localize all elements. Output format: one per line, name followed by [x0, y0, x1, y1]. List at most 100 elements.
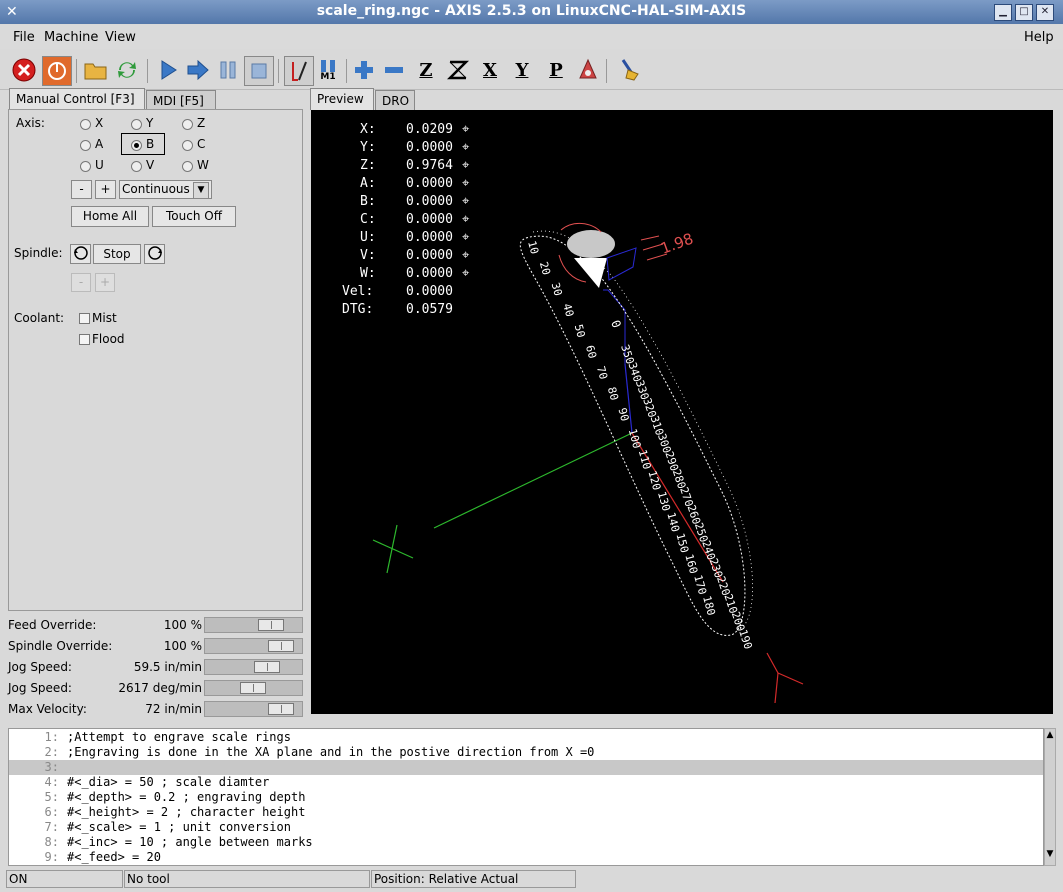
tab-mdi[interactable]: MDI [F5] — [146, 90, 216, 110]
minimize-icon[interactable]: ▁ — [994, 4, 1012, 21]
open-folder-icon[interactable] — [82, 56, 110, 84]
slider-handle[interactable] — [268, 703, 294, 715]
slider-handle[interactable] — [258, 619, 284, 631]
home-all-button[interactable]: Home All — [71, 206, 149, 227]
zoom-out-icon[interactable] — [380, 56, 408, 84]
view-z-button[interactable]: Z — [412, 56, 440, 84]
ring-scale-label: 90 — [615, 406, 631, 422]
code-line[interactable]: 1: ;Attempt to engrave scale rings — [9, 730, 1043, 745]
axis-w-radio[interactable] — [182, 161, 193, 172]
slider-handle[interactable] — [268, 640, 294, 652]
line-text: #<_height> = 2 ; character height — [67, 805, 306, 819]
code-line[interactable]: 8: #<_inc> = 10 ; angle between marks — [9, 835, 1043, 850]
spindle-label: Spindle: — [14, 246, 63, 260]
override-slider[interactable] — [204, 617, 303, 633]
reload-icon[interactable] — [113, 56, 141, 84]
scroll-up-icon[interactable]: ▲ — [1046, 730, 1054, 744]
ring-scale-label: 10 — [525, 239, 541, 255]
override-slider[interactable] — [204, 638, 303, 654]
override-value: 72 in/min — [145, 702, 202, 716]
ring-zero-label: 0 — [608, 318, 624, 330]
touch-off-button[interactable]: Touch Off — [152, 206, 236, 227]
flood-checkbox[interactable] — [79, 334, 90, 345]
chevron-down-icon: ▼ — [193, 182, 209, 199]
preview-canvas[interactable]: X: 0.0209 ⌖ Y: 0.0000 ⌖ Z: 0.9764 ⌖ A: 0.0000 ⌖ B: 0.… — [311, 110, 1053, 714]
override-slider[interactable] — [204, 701, 303, 717]
axis-y-radio[interactable] — [131, 119, 142, 130]
spindle-slower-button[interactable]: - — [71, 273, 91, 292]
axis-u-radio[interactable] — [80, 161, 91, 172]
code-line[interactable]: 5: #<_depth> = 0.2 ; engraving depth — [9, 790, 1043, 805]
estop-button[interactable] — [10, 56, 38, 84]
jog-plus-button[interactable]: + — [95, 180, 116, 199]
menu-help[interactable]: Help — [1024, 30, 1054, 45]
step-icon[interactable] — [184, 56, 212, 84]
line-text: #<_feed> = 20 — [67, 850, 161, 864]
run-icon[interactable] — [154, 56, 182, 84]
menu-bar: File Machine View Help — [0, 25, 1063, 49]
scroll-down-icon[interactable]: ▼ — [1046, 849, 1054, 863]
stop-icon[interactable] — [244, 56, 274, 86]
pause-icon[interactable] — [214, 56, 242, 84]
axis-v-radio[interactable] — [131, 161, 142, 172]
mist-checkbox[interactable] — [79, 313, 90, 324]
override-slider[interactable] — [204, 680, 303, 696]
axis-label: Axis: — [16, 116, 45, 130]
zoom-in-icon[interactable] — [350, 56, 378, 84]
menu-view[interactable]: View — [105, 30, 136, 45]
jog-mode-select[interactable]: Continuous ▼ — [119, 180, 212, 199]
spindle-faster-button[interactable]: + — [95, 273, 115, 292]
maximize-icon[interactable]: □ — [1015, 4, 1033, 21]
code-line[interactable]: 9: #<_feed> = 20 — [9, 850, 1043, 865]
slider-handle[interactable] — [254, 661, 280, 673]
axis-b-radio[interactable] — [131, 140, 142, 151]
override-value: 100 % — [163, 618, 202, 632]
view-y-button[interactable]: Y — [508, 56, 536, 84]
line-number: 2: — [44, 745, 59, 759]
axis-a-radio[interactable] — [80, 140, 91, 151]
view-x-button[interactable]: X — [476, 56, 504, 84]
ring-scale-label: 110 — [636, 448, 654, 471]
block-delete-icon[interactable] — [284, 56, 314, 86]
code-line[interactable]: 3: — [9, 760, 1043, 775]
jog-minus-button[interactable]: - — [71, 180, 92, 199]
optional-stop-icon[interactable]: M1 — [314, 56, 342, 84]
coolant-label: Coolant: — [14, 311, 65, 325]
mist-label: Mist — [92, 311, 117, 325]
code-line[interactable]: 6: #<_height> = 2 ; character height — [9, 805, 1043, 820]
line-number: 5: — [44, 790, 59, 804]
axis-c-radio[interactable] — [182, 140, 193, 151]
tab-dro[interactable]: DRO — [375, 90, 415, 110]
broom-icon[interactable] — [616, 56, 644, 84]
clear-plot-icon[interactable] — [574, 56, 602, 84]
gcode-scrollbar[interactable]: ▲ ▼ — [1044, 728, 1056, 866]
view-z-rotated-icon[interactable] — [444, 56, 472, 84]
axis-x-radio[interactable] — [80, 119, 91, 130]
ring-scale-label: 190 — [736, 628, 755, 651]
axis-z-label: Z — [197, 116, 206, 130]
line-number: 8: — [44, 835, 59, 849]
toolpath-plot: 1020304050607080901001101201301401501601… — [372, 223, 804, 704]
gcode-listing[interactable]: 1: ;Attempt to engrave scale rings 2: ;Engr… — [8, 728, 1044, 866]
manual-control-panel: Axis: X Y Z A B C U V W - + Continuous ▼… — [8, 109, 303, 611]
code-line[interactable]: 4: #<_dia> = 50 ; scale diamter — [9, 775, 1043, 790]
ring-scale-label: 80 — [605, 386, 621, 402]
tab-preview[interactable]: Preview — [310, 88, 374, 110]
power-button[interactable] — [42, 56, 72, 86]
tool-cone-top — [567, 230, 615, 258]
code-line[interactable]: 2: ;Engraving is done in the XA plane and… — [9, 745, 1043, 760]
menu-file[interactable]: File — [13, 30, 35, 45]
menu-machine[interactable]: Machine — [44, 30, 98, 45]
axis-z-radio[interactable] — [182, 119, 193, 130]
code-line[interactable]: 7: #<_scale> = 1 ; unit conversion — [9, 820, 1043, 835]
close-icon[interactable]: ✕ — [1036, 4, 1054, 21]
slider-handle[interactable] — [240, 682, 266, 694]
spindle-ccw-button[interactable] — [70, 244, 91, 264]
spindle-cw-button[interactable] — [144, 244, 165, 264]
tab-manual-control[interactable]: Manual Control [F3] — [9, 88, 145, 110]
line-number: 9: — [44, 850, 59, 864]
spindle-stop-button[interactable]: Stop — [93, 244, 141, 264]
override-slider[interactable] — [204, 659, 303, 675]
view-p-button[interactable]: P — [542, 56, 570, 84]
ring-scale-label: 20 — [537, 260, 553, 276]
